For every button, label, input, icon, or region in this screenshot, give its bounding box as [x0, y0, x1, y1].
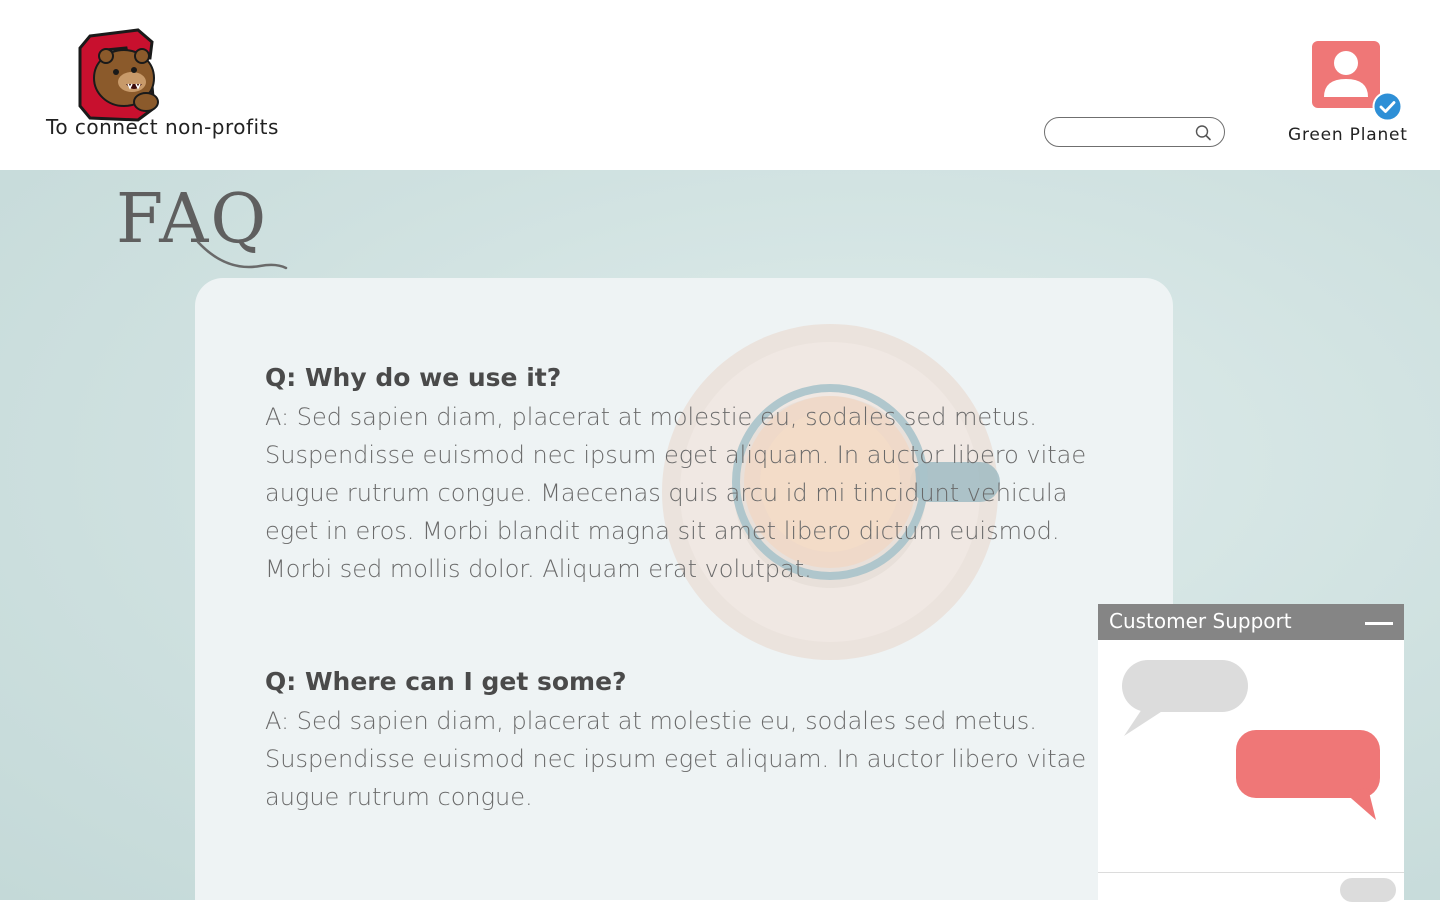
support-title: Customer Support: [1109, 609, 1292, 633]
bear-mascot-logo[interactable]: [76, 28, 166, 122]
faq-answer: A: Sed sapien diam, placerat at molestie…: [265, 403, 1087, 583]
send-button[interactable]: [1340, 878, 1396, 902]
incoming-message-bubble: [1122, 660, 1248, 736]
user-avatar-icon: [1324, 51, 1368, 97]
outgoing-message-bubble: [1236, 730, 1380, 820]
faq-card: Q: Why do we use it? A: Sed sapien diam,…: [195, 278, 1173, 900]
customer-support-widget[interactable]: Customer Support: [1098, 604, 1404, 902]
faq-item: Q: Where can I get some? A: Sed sapien d…: [265, 664, 1105, 816]
faq-question[interactable]: Q: Where can I get some?: [265, 664, 1105, 700]
minimize-icon[interactable]: [1365, 616, 1393, 628]
site-tagline: To connect non-profits: [46, 115, 279, 139]
verified-check-icon: [1372, 91, 1403, 122]
profile-name[interactable]: Green Planet: [1288, 125, 1408, 145]
profile-avatar[interactable]: [1312, 41, 1380, 108]
title-swash-decoration: [196, 240, 288, 270]
search-input[interactable]: [1057, 122, 1191, 144]
site-header: To connect non-profits Green Planet: [0, 0, 1440, 170]
faq-question[interactable]: Q: Why do we use it?: [265, 360, 1105, 396]
message-input-divider: [1098, 872, 1404, 873]
search-icon[interactable]: [1194, 124, 1212, 142]
faq-answer: A: Sed sapien diam, placerat at molestie…: [265, 707, 1087, 811]
support-header[interactable]: Customer Support: [1098, 604, 1404, 640]
search-bar[interactable]: [1044, 117, 1225, 147]
faq-item: Q: Why do we use it? A: Sed sapien diam,…: [265, 360, 1105, 588]
